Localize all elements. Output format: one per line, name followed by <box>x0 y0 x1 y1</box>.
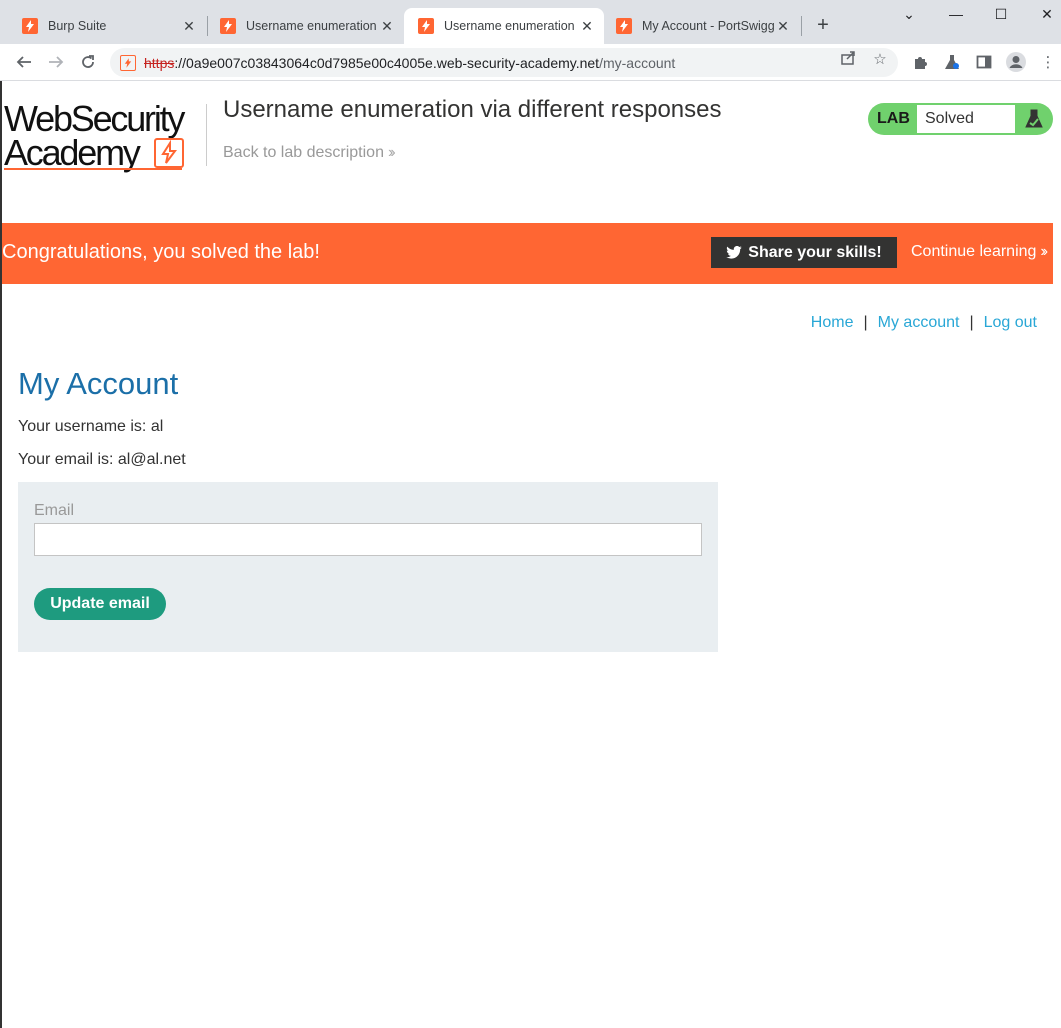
continue-learning-link[interactable]: Continue learning ›› <box>911 243 1048 261</box>
change-email-form: Email Update email <box>18 482 718 652</box>
maximize-button[interactable]: ☐ <box>991 6 1011 23</box>
minimize-button[interactable]: — <box>946 6 966 22</box>
reload-icon <box>82 55 94 68</box>
lab-status-value-box: Solved <box>917 105 1015 133</box>
congratulations-message: Congratulations, you solved the lab! <box>2 241 320 263</box>
profile-avatar-icon[interactable] <box>1005 51 1027 73</box>
new-tab-button[interactable]: + <box>812 14 834 37</box>
close-icon[interactable]: ✕ <box>774 18 792 35</box>
url-scheme: https <box>144 54 175 71</box>
extensions-puzzle-icon[interactable] <box>909 51 931 73</box>
portswigger-favicon-icon <box>418 18 434 34</box>
forward-button[interactable] <box>45 51 67 73</box>
email-field-label: Email <box>34 502 75 519</box>
close-icon[interactable]: ✕ <box>378 18 396 35</box>
log-out-link[interactable]: Log out <box>984 314 1037 331</box>
tab-username-enumeration-1[interactable]: Username enumeration v ✕ <box>206 8 404 44</box>
tab-divider <box>801 16 802 36</box>
side-panel-icon[interactable] <box>973 51 995 73</box>
arrow-right-icon <box>49 56 64 68</box>
portswigger-favicon-icon <box>616 18 632 34</box>
tab-title: My Account - PortSwigge <box>642 19 774 33</box>
portswigger-favicon-icon <box>220 18 236 34</box>
tab-username-enumeration-active[interactable]: Username enumeration v ✕ <box>404 8 604 44</box>
web-security-academy-logo[interactable]: WebSecurity Academy <box>4 100 204 176</box>
twitter-icon <box>726 246 743 259</box>
browser-toolbar: https://0a9e007c03843064c0d7985e00c4005e… <box>0 44 1061 81</box>
nav-separator: | <box>969 314 974 331</box>
lab-status-value: Solved <box>925 110 974 127</box>
tab-search-chevron-down-icon[interactable]: ⌄ <box>899 6 919 23</box>
not-secure-site-icon[interactable] <box>120 54 136 71</box>
address-bar[interactable]: https://0a9e007c03843064c0d7985e00c4005e… <box>110 48 898 77</box>
email-info: Your email is: al@al.net <box>18 451 186 468</box>
lab-solved-banner: Congratulations, you solved the lab! Sha… <box>2 223 1053 284</box>
double-chevron-right-icon: ›› <box>387 144 395 161</box>
flask-extension-icon[interactable] <box>941 51 963 73</box>
header-divider <box>206 104 207 166</box>
arrow-left-icon <box>16 56 31 68</box>
continue-learning-label: Continue learning <box>911 243 1037 260</box>
bookmark-star-icon[interactable]: ☆ <box>870 50 890 68</box>
back-to-lab-description-link[interactable]: Back to lab description ›› <box>223 144 395 162</box>
page-right-margin <box>1053 81 1061 1028</box>
tab-burp-suite[interactable]: Burp Suite ✕ <box>8 8 206 44</box>
url-host: ://0a9e007c03843064c0d7985e00c4005e.web-… <box>174 54 600 71</box>
browser-tab-strip: Burp Suite ✕ Username enumeration v ✕ Us… <box>0 0 1061 44</box>
burp-favicon-icon <box>22 18 38 34</box>
lab-status-badge: LAB Solved <box>868 103 1053 135</box>
url-path: /my-account <box>599 54 676 71</box>
share-your-skills-button[interactable]: Share your skills! <box>711 237 897 268</box>
account-nav: Home | My account | Log out <box>811 314 1037 332</box>
close-window-button[interactable]: ✕ <box>1037 6 1057 23</box>
email-field[interactable] <box>34 523 702 556</box>
logo-underline <box>4 168 182 170</box>
update-email-button[interactable]: Update email <box>34 588 166 620</box>
lab-status-label: LAB <box>877 110 910 127</box>
share-icon[interactable] <box>838 50 858 70</box>
home-link[interactable]: Home <box>811 314 854 331</box>
nav-separator: | <box>863 314 868 331</box>
reload-button[interactable] <box>77 51 99 73</box>
username-info: Your username is: al <box>18 418 164 435</box>
tab-title: Burp Suite <box>48 19 107 33</box>
tab-title: Username enumeration v <box>246 19 378 33</box>
lab-title: Username enumeration via different respo… <box>223 96 722 123</box>
back-button[interactable] <box>13 51 35 73</box>
lightning-bolt-icon <box>154 138 184 168</box>
browser-menu-icon[interactable]: ⋮ <box>1037 51 1059 73</box>
my-account-link[interactable]: My account <box>878 314 960 331</box>
logo-text-line2: Academy <box>4 132 141 173</box>
flask-icon <box>1025 109 1043 128</box>
close-icon[interactable]: ✕ <box>578 18 596 35</box>
close-icon[interactable]: ✕ <box>180 18 198 35</box>
tab-title: Username enumeration v <box>444 19 578 33</box>
back-link-label: Back to lab description <box>223 144 384 161</box>
tab-my-account[interactable]: My Account - PortSwigge ✕ <box>602 8 800 44</box>
page-title: My Account <box>18 366 179 401</box>
share-button-label: Share your skills! <box>748 243 882 261</box>
double-chevron-right-icon: ›› <box>1040 243 1047 260</box>
